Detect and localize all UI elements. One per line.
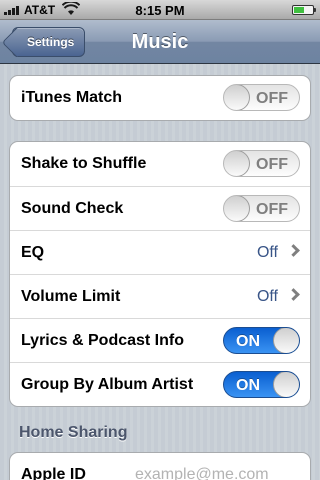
switch-state-text: OFF (256, 156, 288, 173)
volume-limit-row[interactable]: Volume Limit Off (10, 274, 310, 318)
volume-limit-value: Off (256, 287, 278, 305)
status-time: 8:15 PM (135, 3, 185, 18)
eq-row[interactable]: EQ Off (10, 230, 310, 274)
itunes-match-group: iTunes Match OFF (9, 75, 311, 121)
apple-id-field[interactable]: example@me.com (135, 466, 269, 480)
switch-state-text: ON (236, 377, 260, 394)
shake-to-shuffle-row: Shake to Shuffle OFF (10, 142, 310, 186)
eq-label: EQ (21, 243, 45, 261)
lyrics-podcast-info-label: Lyrics & Podcast Info (21, 331, 184, 349)
switch-knob (273, 328, 299, 353)
home-sharing-group: Apple ID example@me.com (9, 452, 311, 480)
switch-state-text: OFF (256, 201, 288, 218)
switch-knob (273, 372, 299, 397)
switch-knob (224, 151, 250, 176)
apple-id-label: Apple ID (21, 466, 86, 480)
battery-icon (292, 5, 316, 15)
lyrics-podcast-info-row: Lyrics & Podcast Info ON (10, 318, 310, 362)
group-by-album-artist-switch[interactable]: ON (223, 371, 300, 398)
switch-knob (224, 85, 250, 110)
group-by-album-artist-row: Group By Album Artist ON (10, 362, 310, 406)
sound-check-row: Sound Check OFF (10, 186, 310, 230)
lyrics-podcast-info-switch[interactable]: ON (223, 327, 300, 354)
back-button-label: Settings (27, 35, 75, 49)
playback-settings-group: Shake to Shuffle OFF Sound Check OFF EQ … (9, 141, 311, 407)
eq-value: Off (256, 243, 278, 261)
sound-check-switch[interactable]: OFF (223, 195, 300, 222)
volume-limit-label: Volume Limit (21, 287, 121, 305)
switch-state-text: ON (236, 333, 260, 350)
group-by-album-artist-label: Group By Album Artist (21, 375, 194, 393)
switch-knob (224, 196, 250, 221)
shake-to-shuffle-switch[interactable]: OFF (223, 150, 300, 177)
itunes-match-switch[interactable]: OFF (223, 84, 300, 111)
home-sharing-header: Home Sharing (19, 424, 128, 441)
chevron-right-icon (287, 288, 300, 301)
shake-to-shuffle-label: Shake to Shuffle (21, 155, 147, 172)
apple-id-row[interactable]: Apple ID example@me.com (10, 453, 310, 480)
status-bar: AT&T 8:15 PM (0, 0, 320, 20)
switch-state-text: OFF (256, 90, 288, 107)
navigation-bar: Music Settings (0, 20, 320, 64)
chevron-right-icon (287, 244, 300, 257)
itunes-match-label: iTunes Match (21, 89, 123, 106)
itunes-match-row: iTunes Match OFF (10, 76, 310, 120)
sound-check-label: Sound Check (21, 199, 124, 217)
back-button[interactable]: Settings (12, 27, 86, 57)
